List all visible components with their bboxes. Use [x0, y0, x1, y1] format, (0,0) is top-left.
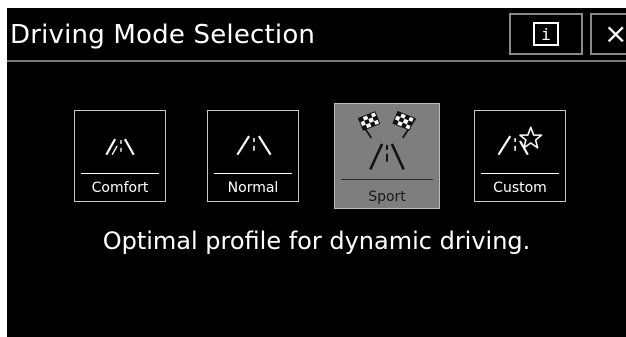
road-comfort-icon — [105, 138, 135, 156]
mode-label-sport: Sport — [368, 189, 406, 205]
road-custom-star-icon — [497, 126, 543, 156]
mode-label-custom: Custom — [493, 180, 547, 196]
mode-separator — [214, 173, 292, 174]
info-button[interactable]: i — [509, 13, 583, 55]
mode-separator — [81, 173, 159, 174]
header-bar: Driving Mode Selection i × — [7, 8, 626, 60]
mode-description: Optimal profile for dynamic driving. — [102, 227, 531, 255]
mode-separator — [481, 173, 559, 174]
mode-label-normal: Normal — [227, 180, 279, 196]
close-button[interactable]: × — [590, 13, 626, 55]
infotainment-screen: Driving Mode Selection i × Comfort Norma… — [7, 8, 626, 337]
mode-separator — [341, 179, 433, 180]
road-normal-icon — [236, 135, 272, 156]
mode-button-custom[interactable]: Custom — [474, 110, 566, 202]
mode-button-sport[interactable]: Sport — [334, 103, 440, 209]
info-icon: i — [533, 22, 559, 46]
info-glyph: i — [541, 25, 551, 44]
road-sport-checkered-flags-icon — [357, 110, 417, 170]
header-divider — [7, 60, 626, 62]
close-icon: × — [604, 17, 626, 50]
screenshot-frame: Driving Mode Selection i × Comfort Norma… — [0, 0, 626, 337]
mode-label-comfort: Comfort — [91, 180, 149, 196]
page-title: Driving Mode Selection — [10, 20, 316, 50]
mode-button-normal[interactable]: Normal — [207, 110, 299, 202]
mode-button-comfort[interactable]: Comfort — [74, 110, 166, 202]
